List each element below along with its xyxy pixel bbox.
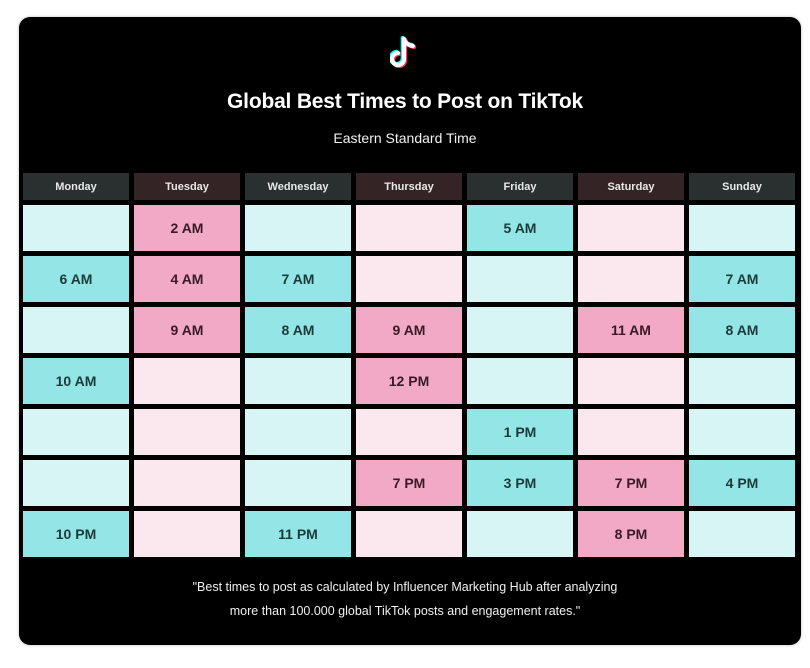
empty-time-cell: [134, 358, 240, 404]
empty-time-cell: [134, 511, 240, 557]
day-header-saturday: Saturday: [578, 173, 684, 200]
best-time-cell: 1 PM: [467, 409, 573, 455]
empty-time-cell: [467, 511, 573, 557]
empty-time-cell: [356, 511, 462, 557]
day-header-monday: Monday: [23, 173, 129, 200]
best-time-cell: 7 AM: [245, 256, 351, 302]
empty-time-cell: [689, 409, 795, 455]
empty-time-cell: [356, 409, 462, 455]
day-header-wednesday: Wednesday: [245, 173, 351, 200]
day-header-sunday: Sunday: [689, 173, 795, 200]
empty-time-cell: [578, 256, 684, 302]
empty-time-cell: [23, 460, 129, 506]
best-time-cell: 11 AM: [578, 307, 684, 353]
day-header-tuesday: Tuesday: [134, 173, 240, 200]
footnote-line-2: more than 100.000 global TikTok posts an…: [229, 604, 581, 618]
best-time-cell: 11 PM: [245, 511, 351, 557]
best-time-cell: 4 AM: [134, 256, 240, 302]
empty-time-cell: [689, 511, 795, 557]
empty-time-cell: [689, 205, 795, 251]
best-time-cell: 7 PM: [578, 460, 684, 506]
footnote-line-1: "Best times to post as calculated by Inf…: [192, 580, 618, 594]
empty-time-cell: [23, 409, 129, 455]
day-header-friday: Friday: [467, 173, 573, 200]
empty-time-cell: [467, 307, 573, 353]
best-time-cell: 7 AM: [689, 256, 795, 302]
empty-time-cell: [134, 409, 240, 455]
empty-time-cell: [578, 205, 684, 251]
empty-time-cell: [245, 409, 351, 455]
empty-time-cell: [23, 307, 129, 353]
empty-time-cell: [356, 256, 462, 302]
empty-time-cell: [245, 205, 351, 251]
best-time-cell: 5 AM: [467, 205, 573, 251]
best-time-cell: 3 PM: [467, 460, 573, 506]
empty-time-cell: [689, 358, 795, 404]
empty-time-cell: [134, 460, 240, 506]
best-time-cell: 2 AM: [134, 205, 240, 251]
best-time-cell: 9 AM: [356, 307, 462, 353]
tiktok-logo-icon: [390, 35, 417, 69]
best-time-cell: 4 PM: [689, 460, 795, 506]
best-time-cell: 12 PM: [356, 358, 462, 404]
empty-time-cell: [578, 409, 684, 455]
chart-title: Global Best Times to Post on TikTok: [227, 90, 583, 113]
best-time-cell: 8 AM: [689, 307, 795, 353]
best-time-cell: 10 PM: [23, 511, 129, 557]
chart-subtitle: Eastern Standard Time: [333, 130, 477, 146]
empty-time-cell: [578, 358, 684, 404]
best-time-cell: 7 PM: [356, 460, 462, 506]
empty-time-cell: [245, 460, 351, 506]
empty-time-cell: [467, 358, 573, 404]
best-time-cell: 9 AM: [134, 307, 240, 353]
best-time-cell: 10 AM: [23, 358, 129, 404]
day-header-thursday: Thursday: [356, 173, 462, 200]
empty-time-cell: [467, 256, 573, 302]
best-time-cell: 6 AM: [23, 256, 129, 302]
empty-time-cell: [23, 205, 129, 251]
best-time-cell: 8 AM: [245, 307, 351, 353]
empty-time-cell: [356, 205, 462, 251]
empty-time-cell: [245, 358, 351, 404]
best-time-cell: 8 PM: [578, 511, 684, 557]
